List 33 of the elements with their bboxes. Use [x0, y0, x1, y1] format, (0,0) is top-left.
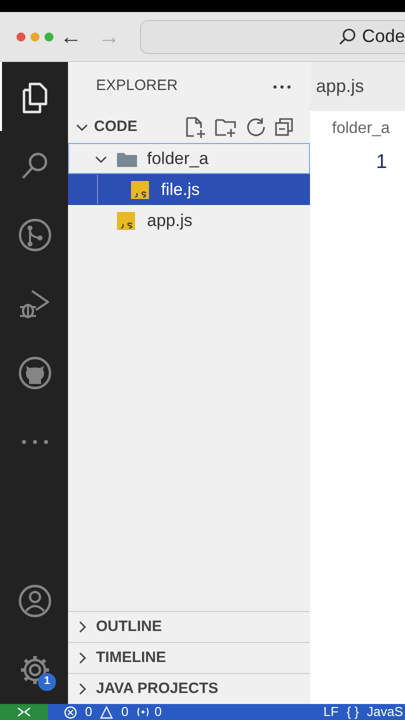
search-icon: [338, 28, 356, 46]
sidebar-title: EXPLORER: [96, 76, 178, 96]
back-button[interactable]: ←: [54, 26, 88, 48]
refresh-icon[interactable]: [246, 117, 266, 137]
broadcast-icon: [136, 706, 150, 718]
remote-icon: [17, 707, 31, 717]
source-control-icon[interactable]: [18, 218, 52, 252]
braces-button[interactable]: { }: [346, 704, 359, 720]
js-file-icon: [117, 212, 135, 230]
notification-badge: 1: [38, 672, 56, 690]
new-file-icon[interactable]: [184, 116, 206, 138]
remote-button[interactable]: [0, 704, 48, 720]
folder-item[interactable]: folder_a: [68, 143, 310, 174]
section-title: CODE: [94, 116, 138, 137]
collapse-all-icon[interactable]: [274, 117, 294, 137]
line-ending-button[interactable]: LF: [323, 704, 339, 720]
github-icon[interactable]: [18, 356, 52, 390]
more-actions-icon[interactable]: [272, 84, 292, 90]
command-search-field[interactable]: Code: [140, 20, 405, 54]
js-file-icon: [131, 180, 149, 198]
ports-button[interactable]: 0: [136, 704, 162, 720]
warning-icon: [100, 706, 114, 718]
account-icon[interactable]: [18, 584, 52, 618]
window-controls-icon: [16, 32, 54, 42]
language-mode-button[interactable]: JavaS: [366, 704, 403, 720]
file-item[interactable]: file.js: [68, 174, 310, 205]
error-icon: [64, 706, 77, 718]
breadcrumb[interactable]: folder_a: [310, 111, 405, 141]
new-folder-icon[interactable]: [214, 116, 238, 138]
folder-icon: [117, 150, 137, 166]
problems-button[interactable]: 0 0: [64, 704, 128, 720]
line-number: 1: [375, 150, 388, 175]
file-item[interactable]: app.js: [68, 205, 310, 236]
